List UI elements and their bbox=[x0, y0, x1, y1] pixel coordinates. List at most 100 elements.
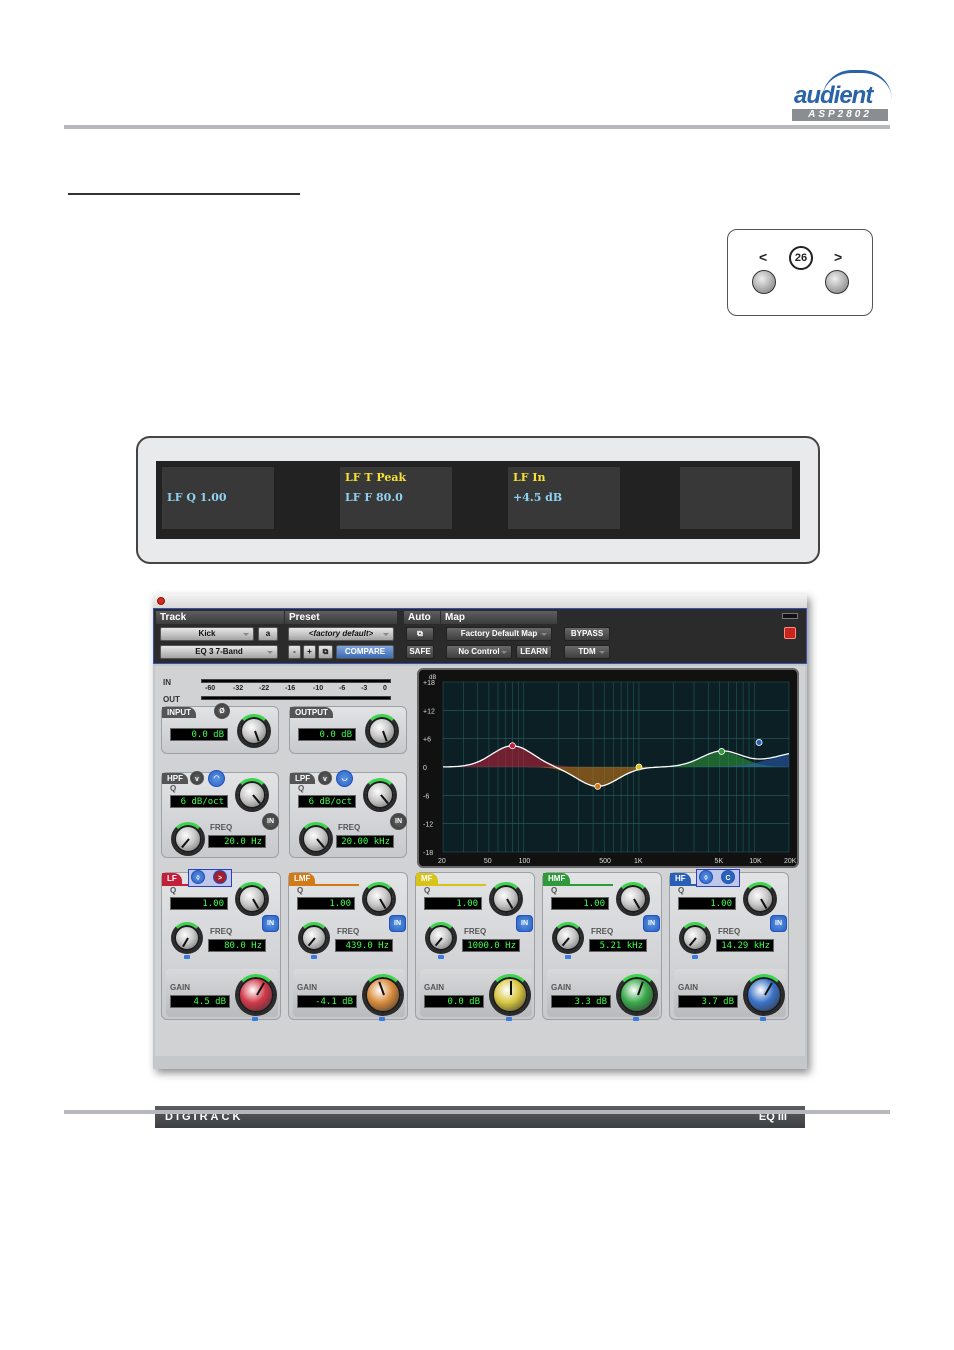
peak-shape-icon[interactable]: ◊ bbox=[699, 870, 713, 884]
band-gain-field[interactable]: 0.0 dB bbox=[424, 995, 484, 1008]
band-freq-knob[interactable] bbox=[171, 922, 203, 954]
band-q-field[interactable]: 1.00 bbox=[297, 897, 355, 910]
band-freq-field[interactable]: 5.21 kHz bbox=[589, 939, 647, 952]
band-freq-knob[interactable] bbox=[298, 922, 330, 954]
band-q-field[interactable]: 1.00 bbox=[678, 897, 736, 910]
preset-select[interactable]: <factory default> bbox=[288, 627, 394, 641]
hpf-freq-knob[interactable] bbox=[171, 822, 205, 856]
band-q-field[interactable]: 1.00 bbox=[170, 897, 228, 910]
hpf-freq-field[interactable]: 20.0 Hz bbox=[208, 835, 266, 848]
plugin-title-bar[interactable] bbox=[153, 594, 807, 608]
lpf-slope-knob[interactable] bbox=[363, 778, 397, 812]
band-gain-field[interactable]: 3.3 dB bbox=[551, 995, 611, 1008]
band-q-label: Q bbox=[170, 886, 177, 895]
preset-next-button[interactable]: + bbox=[303, 645, 316, 659]
output-gain-field[interactable]: 0.0 dB bbox=[298, 728, 356, 741]
phase-invert-button[interactable]: Ø bbox=[214, 703, 230, 719]
preset-prev-button[interactable]: - bbox=[288, 645, 301, 659]
band-gain-knob[interactable] bbox=[616, 974, 658, 1016]
meter-scale-tick: -32 bbox=[233, 685, 244, 692]
band-q-field[interactable]: 1.00 bbox=[424, 897, 482, 910]
plugin-body: IN OUT -60 -32 -22 -16 -10 -6 -3 0 INPUT Ø 0.0 … bbox=[155, 666, 805, 1128]
band-gain-knob[interactable] bbox=[235, 974, 277, 1016]
bypass-button[interactable]: BYPASS bbox=[564, 627, 610, 641]
band-gain-knob[interactable] bbox=[362, 974, 404, 1016]
display-2-line2: LF F 80.0 bbox=[345, 491, 403, 504]
stop-icon[interactable] bbox=[784, 627, 796, 639]
hpf-slope-field[interactable]: 6 dB/oct bbox=[170, 795, 228, 808]
band-q-knob[interactable] bbox=[235, 882, 269, 916]
learn-button[interactable]: LEARN bbox=[516, 645, 552, 659]
band-hf-panel: HF Q 1.00 IN FREQ 14.29 kHz GAIN 3.7 dB ◊ C bbox=[669, 869, 789, 1021]
band-gain-field[interactable]: 4.5 dB bbox=[170, 995, 230, 1008]
band-freq-knob[interactable] bbox=[425, 922, 457, 954]
band-in-button[interactable]: IN bbox=[262, 915, 279, 932]
lpf-label: LPF bbox=[290, 773, 316, 784]
input-gain-knob[interactable] bbox=[237, 714, 271, 748]
band-q-knob[interactable] bbox=[489, 882, 523, 916]
band-in-button[interactable]: IN bbox=[389, 915, 406, 932]
band-freq-field[interactable]: 1000.0 Hz bbox=[462, 939, 520, 952]
band-shape-selector[interactable]: ◊ C bbox=[696, 869, 740, 887]
lpf-freq-field[interactable]: 20.00 kHz bbox=[336, 835, 394, 848]
band-in-button[interactable]: IN bbox=[643, 915, 660, 932]
next-button[interactable] bbox=[825, 270, 849, 294]
hpf-slope-icon[interactable]: ◠ bbox=[208, 770, 225, 787]
band-freq-knob[interactable] bbox=[679, 922, 711, 954]
hpf-in-button[interactable]: IN bbox=[262, 813, 279, 830]
close-window-button[interactable] bbox=[157, 597, 165, 605]
band-shape-selector[interactable]: ◊ > bbox=[188, 869, 232, 887]
control-select[interactable]: No Control bbox=[446, 645, 512, 659]
band-gain-field[interactable]: 3.7 dB bbox=[678, 995, 738, 1008]
lpf-slope-icon[interactable]: ◡ bbox=[336, 770, 353, 787]
out-meter-label: OUT bbox=[163, 695, 180, 704]
shelf-shape-icon[interactable]: C bbox=[721, 870, 735, 884]
band-handle-hf[interactable] bbox=[755, 739, 763, 746]
shelf-shape-icon[interactable]: > bbox=[213, 870, 227, 884]
lpf-in-button[interactable]: IN bbox=[390, 813, 407, 830]
band-handle-mf[interactable] bbox=[635, 763, 643, 771]
hpf-type-icon[interactable]: v bbox=[190, 771, 204, 785]
band-q-knob[interactable] bbox=[362, 882, 396, 916]
prev-button[interactable] bbox=[752, 270, 776, 294]
input-gain-field[interactable]: 0.0 dB bbox=[170, 728, 228, 741]
band-freq-field[interactable]: 439.0 Hz bbox=[335, 939, 393, 952]
band-freq-field[interactable]: 14.29 kHz bbox=[716, 939, 774, 952]
plugin-header: Track Preset Auto Map Kick a EQ 3 7-Band… bbox=[153, 608, 807, 664]
meter-scale-tick: 0 bbox=[383, 685, 387, 692]
window-resize-icon[interactable] bbox=[782, 613, 798, 619]
band-gain-knob[interactable] bbox=[743, 974, 785, 1016]
meter-scale-tick: -16 bbox=[285, 685, 296, 692]
band-handle-lf[interactable] bbox=[509, 742, 516, 750]
in-meter-label: IN bbox=[163, 678, 171, 687]
output-gain-knob[interactable] bbox=[365, 714, 399, 748]
band-in-button[interactable]: IN bbox=[516, 915, 533, 932]
band-freq-led bbox=[565, 955, 571, 959]
format-select[interactable]: TDM bbox=[564, 645, 610, 659]
band-gain-knob[interactable] bbox=[489, 974, 531, 1016]
band-handle-hmf[interactable] bbox=[718, 748, 726, 755]
map-select[interactable]: Factory Default Map bbox=[446, 627, 552, 641]
plugin-select[interactable]: EQ 3 7-Band bbox=[160, 645, 278, 659]
lpf-type-icon[interactable]: v bbox=[318, 771, 332, 785]
band-in-button[interactable]: IN bbox=[770, 915, 787, 932]
meter-scale-tick: -6 bbox=[339, 685, 346, 692]
safe-button[interactable]: SAFE bbox=[406, 645, 434, 659]
compare-button[interactable]: COMPARE bbox=[336, 645, 394, 659]
eq-response-graph[interactable]: +18 +12 +6 0 -6 -12 -18 dB 20 50 100 500 1K 5K 10K 20K bbox=[417, 668, 799, 868]
hpf-slope-knob[interactable] bbox=[235, 778, 269, 812]
lpf-slope-field[interactable]: 6 dB/oct bbox=[298, 795, 356, 808]
band-q-knob[interactable] bbox=[616, 882, 650, 916]
preset-copy-icon[interactable]: ⧉ bbox=[318, 645, 333, 659]
band-freq-field[interactable]: 80.0 Hz bbox=[208, 939, 266, 952]
band-gain-field[interactable]: -4.1 dB bbox=[297, 995, 357, 1008]
automation-icon[interactable]: ⧉ bbox=[406, 627, 434, 641]
track-select[interactable]: Kick bbox=[160, 627, 254, 641]
band-freq-knob[interactable] bbox=[552, 922, 584, 954]
channel-select[interactable]: a bbox=[258, 627, 278, 641]
peak-shape-icon[interactable]: ◊ bbox=[191, 870, 205, 884]
band-q-field[interactable]: 1.00 bbox=[551, 897, 609, 910]
band-handle-lmf[interactable] bbox=[594, 782, 602, 790]
band-q-knob[interactable] bbox=[743, 882, 777, 916]
lpf-freq-knob[interactable] bbox=[299, 822, 333, 856]
